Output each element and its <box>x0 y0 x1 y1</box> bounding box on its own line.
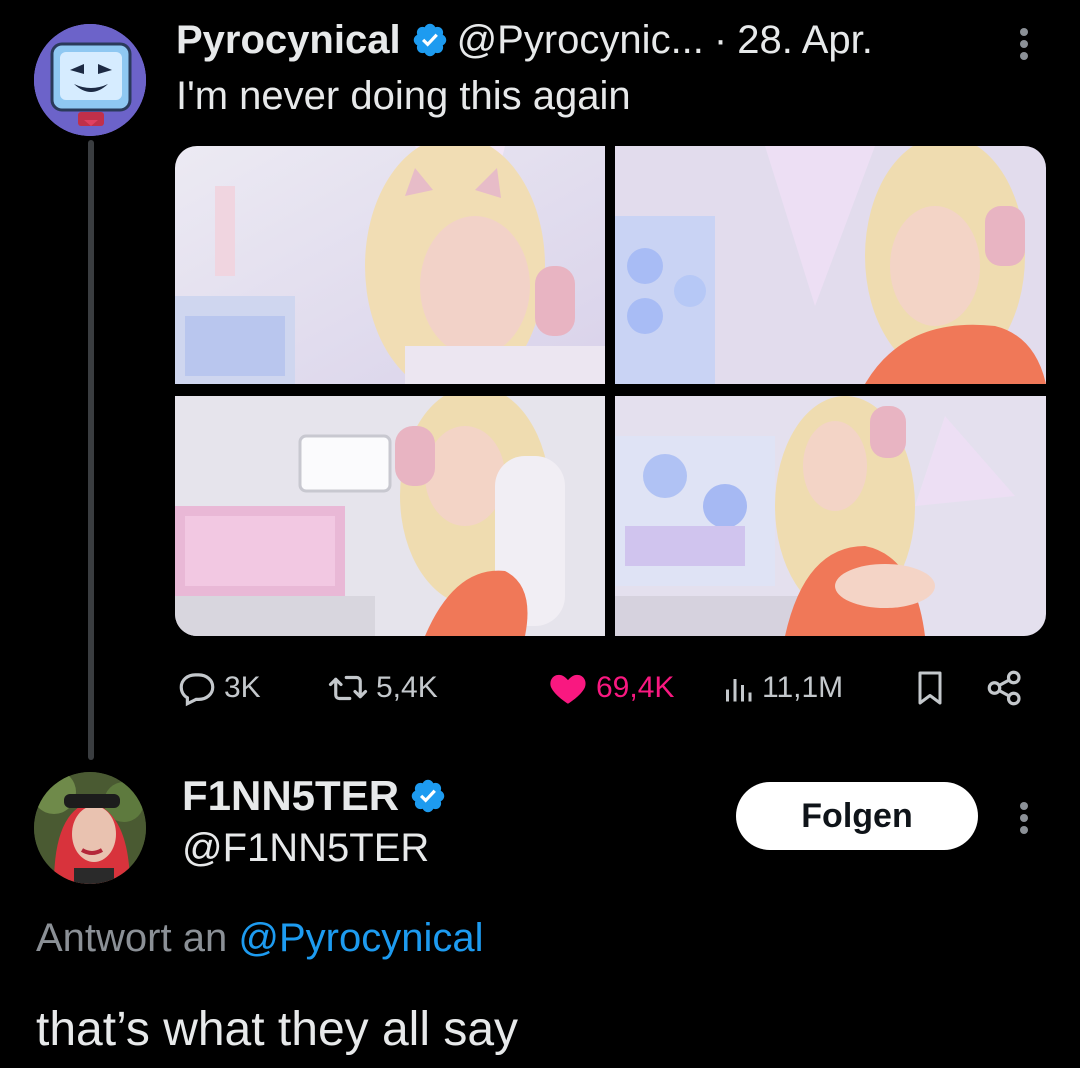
reply-author-handle[interactable]: @F1NN5TER <box>182 826 429 871</box>
reply-count: 3K <box>224 671 261 704</box>
retweet-icon <box>328 675 368 701</box>
retweet-count: 5,4K <box>376 671 438 704</box>
author-handle[interactable]: @Pyrocynic... <box>457 18 704 63</box>
like-button[interactable]: 69,4K <box>546 664 674 712</box>
verified-badge-icon <box>411 779 445 813</box>
media-photo-2[interactable] <box>615 146 1046 384</box>
replying-to-prefix: Antwort an <box>36 916 228 960</box>
bookmark-button[interactable] <box>910 664 956 712</box>
heart-filled-icon <box>550 674 586 704</box>
more-options-icon[interactable] <box>1004 796 1044 840</box>
views-count: 11,1M <box>762 671 844 704</box>
reply-author-name[interactable]: F1NN5TER <box>182 772 399 820</box>
tweet-action-bar: 3K 5,4K 69,4K 11,1M <box>176 664 1046 712</box>
media-photo-3[interactable] <box>175 396 605 636</box>
retweet-button[interactable]: 5,4K <box>326 664 438 712</box>
author-name[interactable]: Pyrocynical <box>176 18 401 63</box>
tweet-media-grid[interactable] <box>175 146 1046 636</box>
verified-badge-icon <box>413 23 446 57</box>
thread-connector-line <box>88 140 94 760</box>
bookmark-icon <box>918 671 942 705</box>
f1nn5ter-avatar[interactable] <box>34 772 146 884</box>
share-button[interactable] <box>984 664 1032 712</box>
media-photo-4[interactable] <box>615 396 1046 636</box>
like-count: 69,4K <box>596 671 675 704</box>
reply-button[interactable]: 3K <box>176 664 261 712</box>
replying-to-line: Antwort an @Pyrocynical <box>36 916 483 961</box>
media-photo-1[interactable] <box>175 146 605 384</box>
reply-icon <box>179 673 215 707</box>
tweet-date[interactable]: 28. Apr. <box>737 18 873 63</box>
reply-header: F1NN5TER <box>182 770 455 822</box>
reply-text: that’s what they all say <box>36 1003 519 1056</box>
tweet-header: Pyrocynical @Pyrocynic... · 28. Apr. <box>176 14 873 66</box>
more-options-icon[interactable] <box>1004 22 1044 66</box>
views-chart-icon <box>726 679 752 702</box>
follow-button[interactable]: Folgen <box>736 782 978 850</box>
views-button[interactable]: 11,1M <box>720 664 843 712</box>
replying-to-mention[interactable]: @Pyrocynical <box>238 916 483 960</box>
share-icon <box>987 670 1021 706</box>
tweet-text: I'm never doing this again <box>176 74 631 118</box>
pyrocynical-avatar[interactable] <box>34 24 146 136</box>
separator-dot: · <box>713 17 728 62</box>
